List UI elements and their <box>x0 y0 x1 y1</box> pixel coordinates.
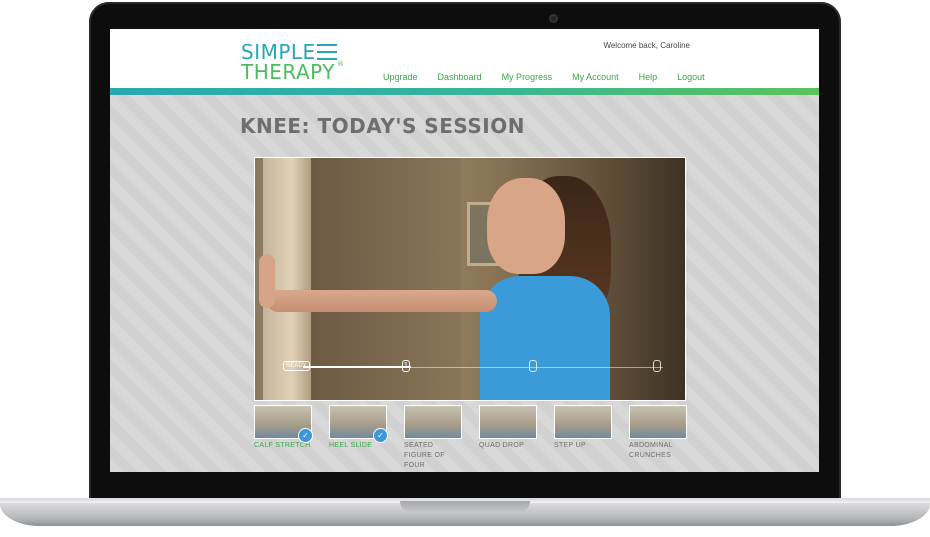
camera-icon <box>549 14 558 23</box>
exercise-thumbnail-image <box>479 405 537 439</box>
step-marker[interactable] <box>529 360 537 372</box>
nav-logout[interactable]: Logout <box>677 72 705 82</box>
nav-my-account[interactable]: My Account <box>572 72 619 82</box>
nav-my-progress[interactable]: My Progress <box>502 72 553 82</box>
exercise-thumb-seated-figure-of-four[interactable]: SEATED FIGURE OF FOUR <box>404 405 462 471</box>
screen: SIMPLE THERAPY ® Welcome back, Caroline … <box>110 29 819 472</box>
step-marker[interactable] <box>653 360 661 372</box>
exercise-thumb-quad-drop[interactable]: QUAD DROP <box>479 405 537 451</box>
exercise-thumb-step-up[interactable]: STEP UP <box>554 405 612 451</box>
main-nav: Upgrade Dashboard My Progress My Account… <box>383 72 705 82</box>
welcome-message: Welcome back, Caroline <box>603 41 690 50</box>
video-progress-fill <box>303 366 411 368</box>
video-hand <box>259 254 275 308</box>
exercise-thumb-calf-stretch[interactable]: ✓ CALF STRETCH <box>254 405 313 451</box>
exercise-thumbnails: ✓ CALF STRETCH ✓ HEEL SLIDE SEATED FIGUR… <box>254 405 694 469</box>
nav-help[interactable]: Help <box>639 72 658 82</box>
check-icon: ✓ <box>298 428 313 443</box>
nav-upgrade[interactable]: Upgrade <box>383 72 418 82</box>
check-icon: ✓ <box>373 428 388 443</box>
exercise-video[interactable]: READY 1 <box>254 157 686 401</box>
ready-label: READY <box>283 361 310 371</box>
video-arm <box>267 290 497 312</box>
exercise-thumbnail-image <box>404 405 462 439</box>
logo-text-bottom[interactable]: THERAPY <box>241 62 335 82</box>
exercise-thumbnail-image: ✓ <box>329 405 388 443</box>
exercise-label: SEATED FIGURE OF FOUR <box>404 442 445 469</box>
page-title: KNEE: TODAY'S SESSION <box>240 114 525 138</box>
laptop-notch <box>400 501 530 513</box>
exercise-thumbnail-image: ✓ <box>254 405 313 443</box>
exercise-label: STEP UP <box>554 442 586 449</box>
site-header: SIMPLE THERAPY ® Welcome back, Caroline … <box>110 29 819 88</box>
logo-lines-icon <box>317 44 337 60</box>
exercise-label: ABDOMINAL CRUNCHES <box>629 442 673 459</box>
video-head <box>487 178 565 274</box>
exercise-thumb-abdominal-crunches[interactable]: ABDOMINAL CRUNCHES <box>629 405 687 461</box>
header-accent-bar <box>110 88 819 95</box>
registered-mark: ® <box>337 60 344 68</box>
logo-text-top[interactable]: SIMPLE <box>241 42 316 62</box>
exercise-thumb-heel-slide[interactable]: ✓ HEEL SLIDE <box>329 405 388 451</box>
step-marker-current[interactable]: 1 <box>402 360 410 372</box>
video-torso <box>480 276 610 400</box>
nav-dashboard[interactable]: Dashboard <box>438 72 482 82</box>
exercise-thumbnail-image <box>629 405 687 439</box>
video-wall <box>311 158 461 400</box>
exercise-thumbnail-image <box>554 405 612 439</box>
exercise-label: QUAD DROP <box>479 442 525 449</box>
